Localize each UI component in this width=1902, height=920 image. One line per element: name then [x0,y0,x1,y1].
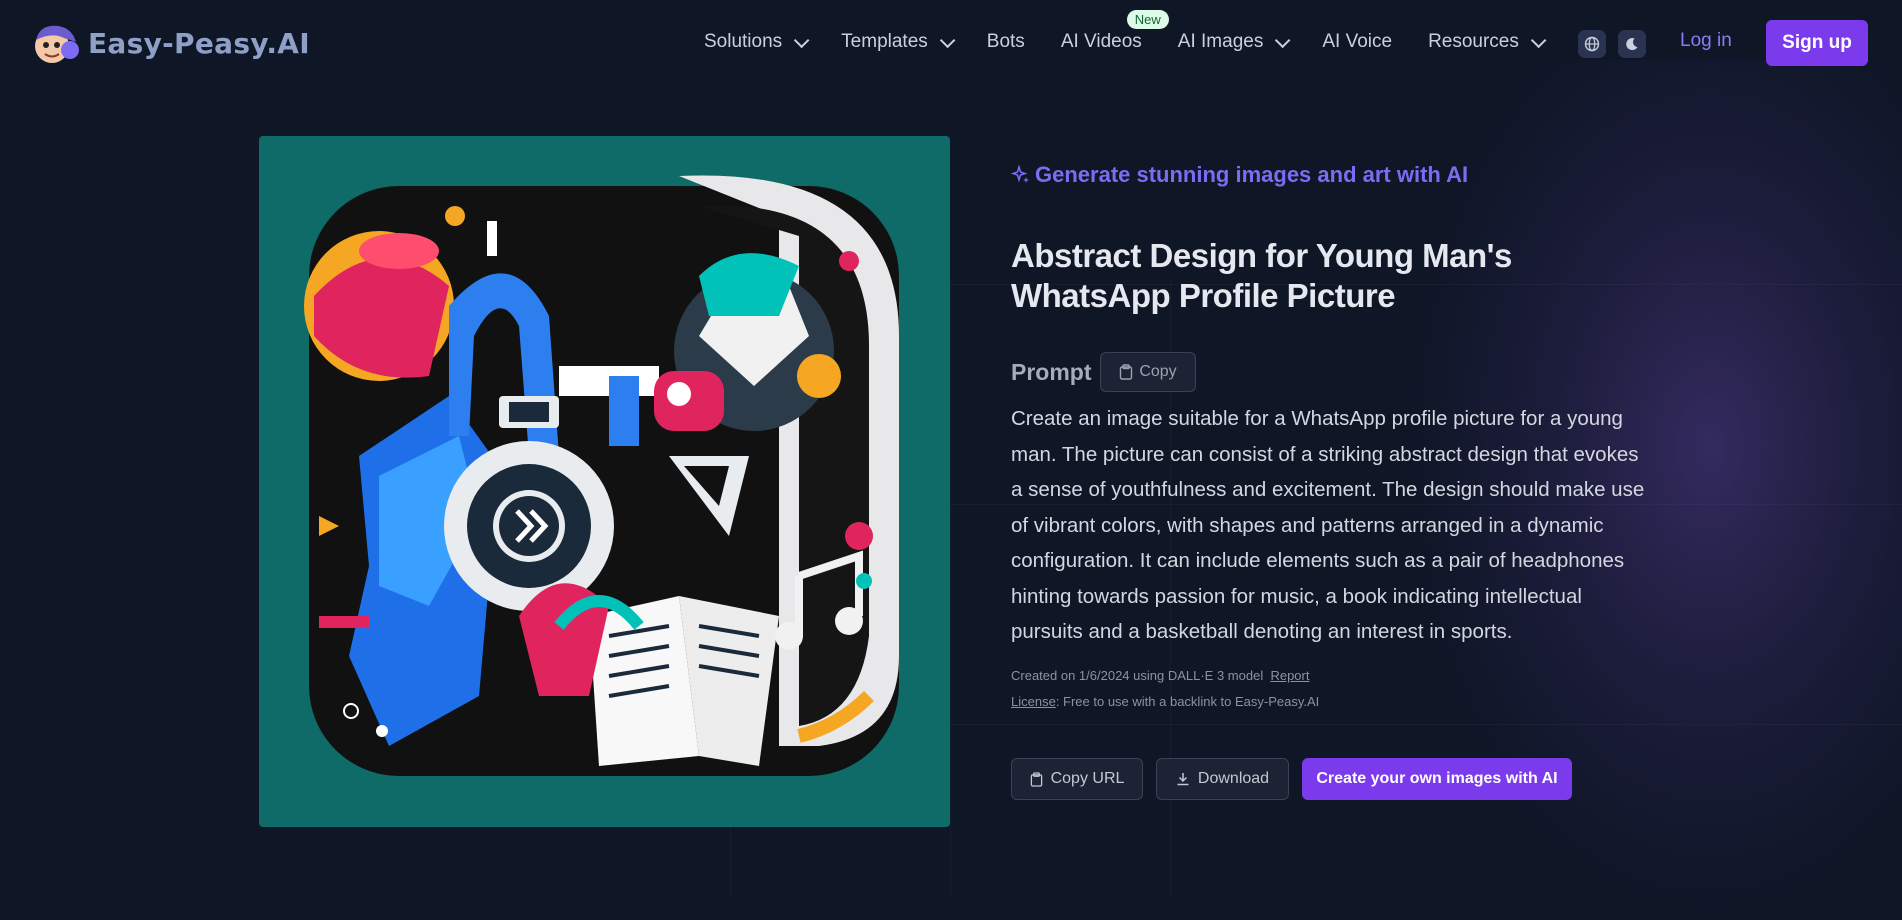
signup-button[interactable]: Sign up [1766,20,1868,66]
report-link[interactable]: Report [1270,668,1309,683]
nav-label: Bots [986,31,1025,52]
brand-name: Easy-Peasy.AI [88,26,310,60]
generated-image[interactable] [259,136,950,827]
nav-label: Templates [841,31,928,52]
moon-icon [1626,38,1638,51]
tagline-text: Generate stunning images and art with AI [1035,162,1469,187]
clipboard-icon [1030,771,1042,787]
nav-ai-videos[interactable]: AI Videos [1061,31,1142,53]
license-info: License: Free to use with a backlink to … [1011,694,1319,709]
chevron-down-icon [1275,32,1291,48]
nav-ai-voice[interactable]: AI Voice [1322,31,1392,53]
nav-ai-images[interactable]: New AI Images [1126,10,1291,53]
theme-toggle[interactable] [1618,30,1646,58]
nav-label: Resources [1428,31,1519,52]
abstract-artwork [304,175,899,776]
copy-url-label: Copy URL [1050,770,1125,787]
download-button[interactable]: Download [1156,758,1289,800]
sparkle-icon [1011,165,1029,183]
created-text: Created on 1/6/2024 using DALL·E 3 model [1011,668,1264,683]
page-title: Abstract Design for Young Man's WhatsApp… [1011,237,1512,314]
login-link[interactable]: Log in [1680,30,1732,52]
main-menu: Solutions Templates Bots AI Videos New A… [704,10,1578,54]
nav-bots[interactable]: Bots [987,31,1025,53]
license-text: : Free to use with a backlink to Easy-Pe… [1055,694,1320,709]
prompt-text: Create an image suitable for a WhatsApp … [1011,407,1645,643]
nav-solutions[interactable]: Solutions [704,31,810,53]
top-navigation: Easy-Peasy.AI Solutions Templates Bots A… [0,0,1902,86]
nav-label: Solutions [704,31,783,52]
nav-label: AI Images [1177,31,1264,52]
globe-icon [1584,36,1600,52]
copy-url-button[interactable]: Copy URL [1011,758,1143,800]
chevron-down-icon [939,32,956,48]
download-icon [1177,773,1189,786]
prompt-label: Prompt [1011,359,1092,385]
copy-label: Copy [1139,363,1177,380]
brand-logo[interactable]: Easy-Peasy.AI [30,20,310,66]
license-link[interactable]: License [1011,694,1056,709]
grid-line [950,280,951,899]
nav-resources[interactable]: Resources [1428,31,1547,53]
nav-templates[interactable]: Templates [841,31,956,53]
clipboard-icon [1120,364,1133,380]
download-label: Download [1197,770,1270,787]
copy-prompt-button[interactable]: Copy [1100,352,1196,392]
chevron-down-icon [1530,32,1547,48]
language-button[interactable] [1578,30,1606,58]
nav-label: AI Voice [1322,31,1393,52]
creation-info: Created on 1/6/2024 using DALL·E 3 model… [1011,668,1309,683]
create-images-button[interactable]: Create your own images with AI [1302,758,1572,800]
new-badge: New [1126,10,1169,29]
tagline: Generate stunning images and art with AI [1011,162,1468,188]
nav-label: AI Videos [1060,31,1142,52]
mascot-icon [30,20,80,66]
chevron-down-icon [794,32,810,48]
